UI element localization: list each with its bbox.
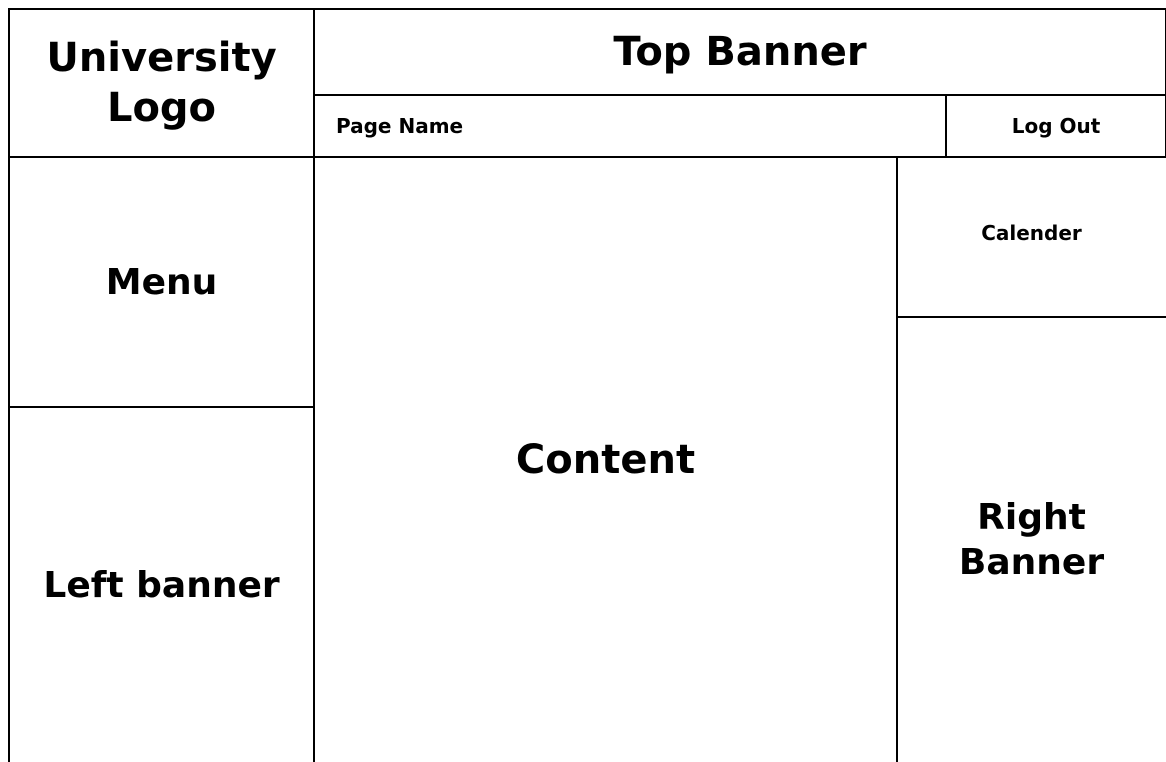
right-banner-label: Right Banner xyxy=(958,497,1105,583)
menu-label: Menu xyxy=(105,261,218,303)
page-name-label: Page Name xyxy=(336,113,464,138)
content-label: Content xyxy=(515,437,696,483)
calendar-label: Calender xyxy=(981,220,1082,245)
university-logo-label: University Logo xyxy=(46,35,277,131)
log-out-button[interactable]: Log Out xyxy=(947,96,1165,156)
top-banner-label: Top Banner xyxy=(613,29,867,75)
website-wireframe: University Logo Top Banner Page Name Log… xyxy=(0,0,1166,762)
left-banner-label: Left banner xyxy=(43,564,280,606)
